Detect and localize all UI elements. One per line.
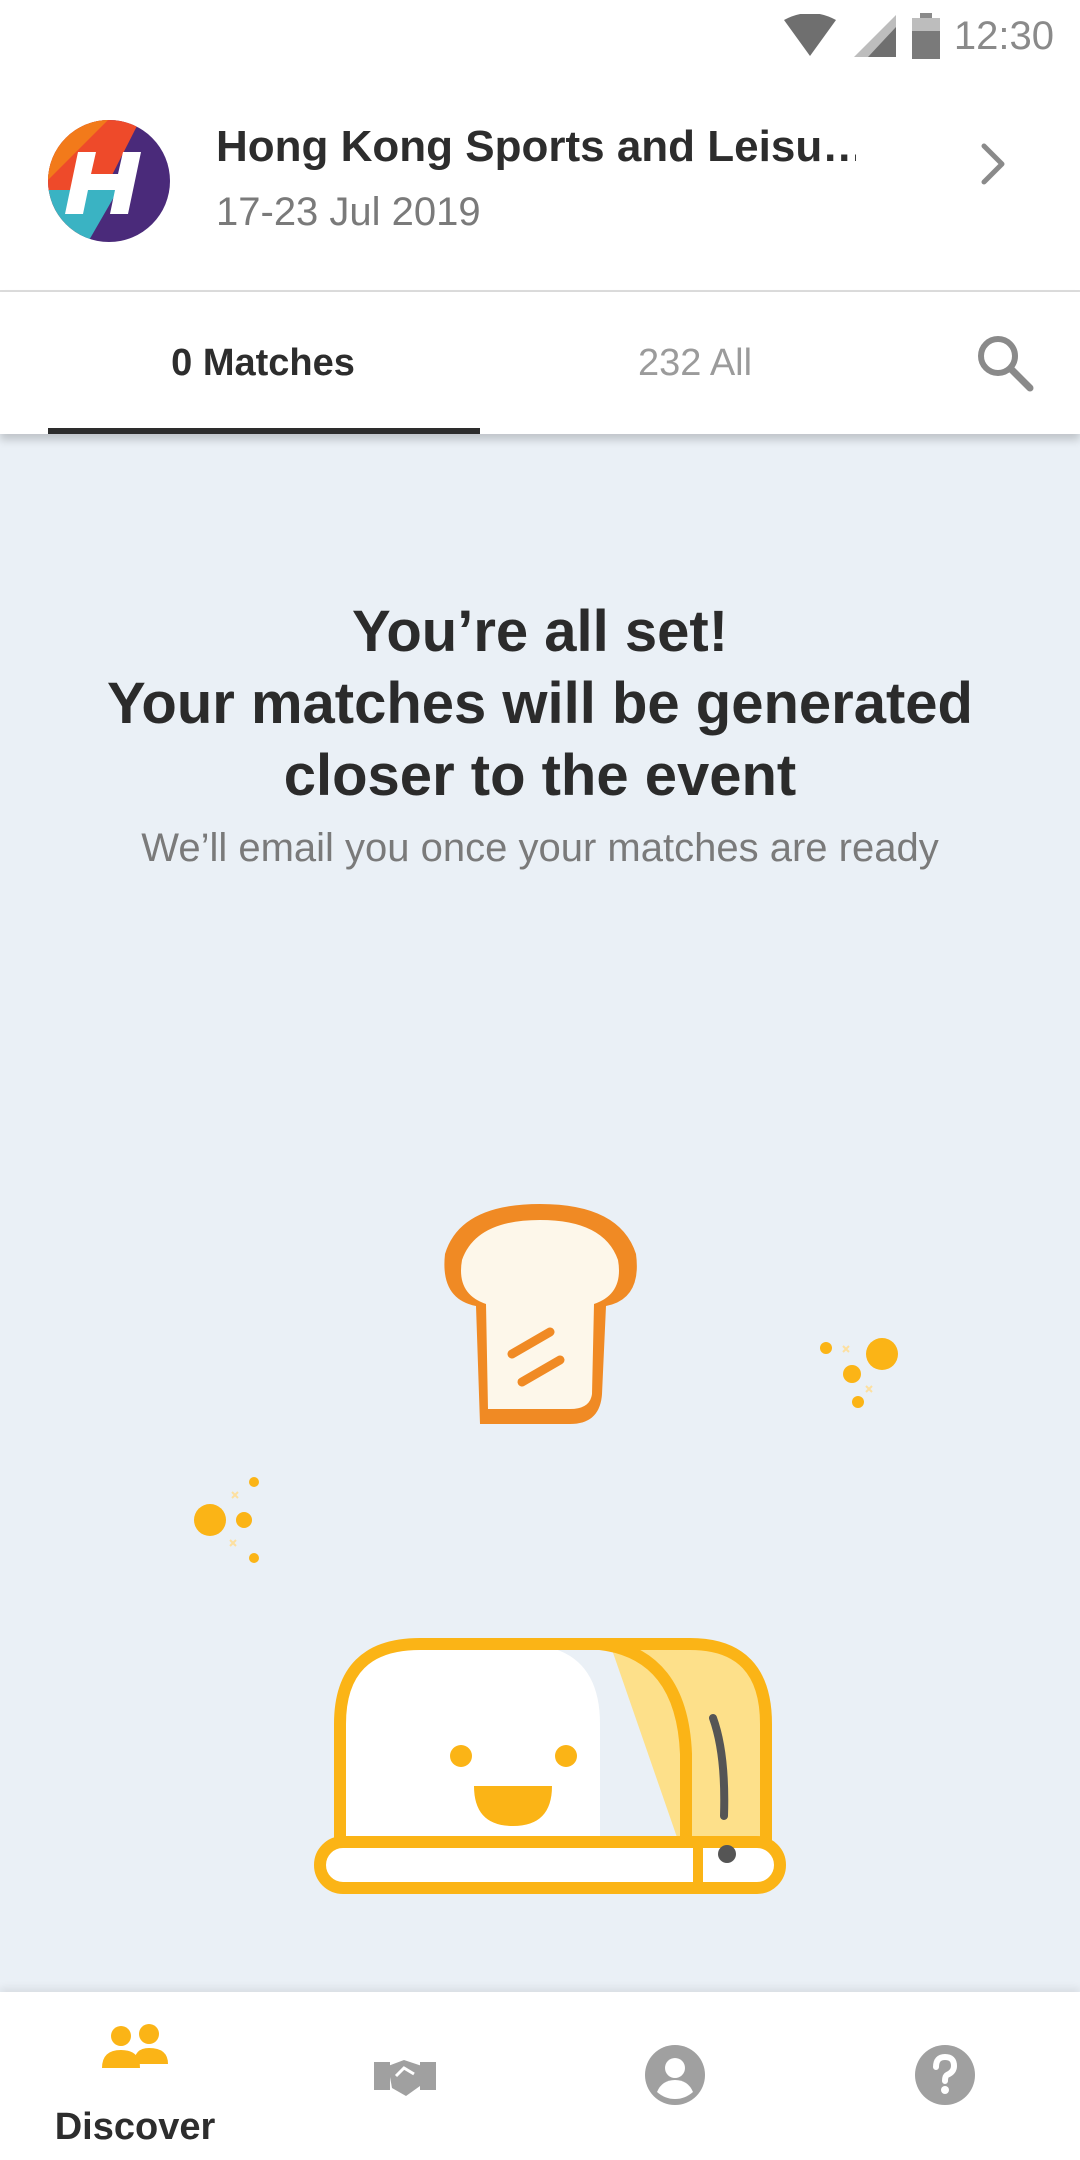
nav-help[interactable] <box>810 1992 1080 2160</box>
discover-icon <box>102 2024 168 2068</box>
tab-all[interactable]: 232 All <box>480 292 910 434</box>
empty-state: You’re all set! Your matches will be gen… <box>0 434 1080 1994</box>
nav-discover-label: Discover <box>54 2106 216 2148</box>
toast-slice-icon <box>444 1204 637 1424</box>
nav-meetings[interactable] <box>270 1992 540 2160</box>
status-icons: 12:30 <box>782 10 1054 62</box>
empty-state-title-line2: Your matches will be generated <box>107 671 973 736</box>
active-tab-indicator <box>48 428 480 434</box>
tab-all-label: 232 All <box>637 341 753 384</box>
event-logo <box>48 120 170 242</box>
tab-matches[interactable]: 0 Matches <box>48 292 478 434</box>
event-header[interactable]: Hong Kong Sports and Leisu… 17-23 Jul 20… <box>0 72 1080 292</box>
status-time: 12:30 <box>953 13 1054 58</box>
nav-discover[interactable]: Discover <box>0 1992 270 2160</box>
tab-bar: 0 Matches 232 All <box>0 292 1080 434</box>
toaster-icon <box>314 1638 786 1894</box>
empty-state-title-line1: You’re all set! <box>351 599 729 664</box>
sparkles-left-icon <box>194 1477 259 1563</box>
help-icon <box>915 2045 975 2105</box>
event-date: 17-23 Jul 2019 <box>216 190 481 234</box>
signal-icon <box>853 15 896 57</box>
profile-icon <box>645 2045 705 2105</box>
tab-matches-label: 0 Matches <box>171 341 355 384</box>
status-bar: 12:30 <box>0 0 1080 72</box>
toaster-illustration <box>194 1204 898 1894</box>
empty-state-title-line3: closer to the event <box>283 743 797 808</box>
wifi-icon <box>783 14 836 56</box>
nav-profile[interactable] <box>540 1992 810 2160</box>
handshake-icon <box>374 2060 436 2096</box>
empty-state-title: You’re all set! Your matches will be gen… <box>0 596 1080 812</box>
sparkles-right-icon <box>820 1338 898 1408</box>
event-title: Hong Kong Sports and Leisu… <box>216 122 856 171</box>
search-icon[interactable] <box>972 330 1038 396</box>
empty-state-subtitle: We’ll email you once your matches are re… <box>141 826 939 870</box>
battery-icon <box>911 13 940 59</box>
bottom-navigation: Discover <box>0 1992 1080 2160</box>
chevron-right-icon[interactable] <box>974 134 1014 194</box>
